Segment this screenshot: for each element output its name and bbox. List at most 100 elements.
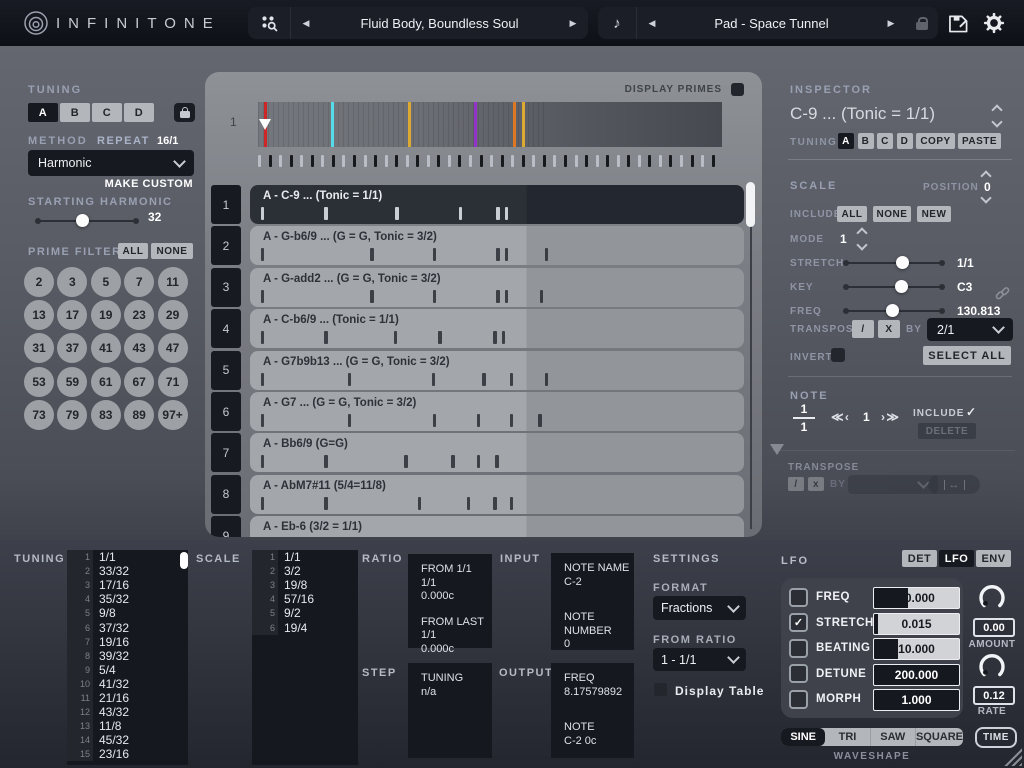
note-transpose-divide-button[interactable]: /: [788, 477, 804, 491]
scale-list-row[interactable]: 4 57/16: [252, 592, 358, 607]
scale-row[interactable]: A - Eb-6 (3/2 = 1/1): [250, 516, 744, 537]
prime-filter-17[interactable]: 17: [57, 300, 88, 331]
prime-filter-47[interactable]: 47: [157, 333, 188, 364]
paste-button[interactable]: PASTE: [958, 133, 1001, 149]
inspector-tuning-tab-b[interactable]: B: [857, 133, 874, 149]
scale-row-number[interactable]: 4: [211, 309, 241, 349]
include-new-button[interactable]: NEW: [917, 206, 951, 222]
scale-row[interactable]: A - AbM7#11 (5/4=11/8): [250, 474, 744, 514]
scale-row-number[interactable]: 2: [211, 226, 241, 266]
note-delete-button[interactable]: DELETE: [918, 423, 976, 439]
stretch-slider[interactable]: [843, 256, 945, 270]
prime-filter-61[interactable]: 61: [90, 366, 121, 397]
inspector-title-spinner[interactable]: [991, 104, 1003, 128]
scale-row-number[interactable]: 5: [211, 350, 241, 390]
tuning-list-row[interactable]: 12 43/32: [67, 705, 188, 720]
prime-filter-73[interactable]: 73: [24, 399, 54, 430]
mode-value[interactable]: 1: [840, 232, 847, 246]
scale-row[interactable]: A - G7b9b13 ... (G = G, Tonic = 3/2): [250, 350, 744, 390]
scale-ratio-list[interactable]: 1 1/1 2 3/2 3 19/8 4 57/16 5 9/2 6 19/4: [252, 550, 358, 765]
lfo-freq-value[interactable]: 20.000: [873, 587, 960, 609]
prime-filter-3[interactable]: 3: [57, 267, 88, 297]
copy-button[interactable]: COPY: [916, 133, 955, 149]
tuning-list-row[interactable]: 1 1/1: [67, 550, 188, 565]
freq-slider[interactable]: [843, 304, 945, 318]
lfo-beating-checkbox[interactable]: [789, 638, 808, 658]
note-prev-button[interactable]: ≪ ‹: [831, 410, 849, 424]
scale-list-row[interactable]: 2 3/2: [252, 564, 358, 579]
waveshape-square[interactable]: SQUARE: [916, 728, 963, 746]
resize-grip[interactable]: [1004, 748, 1022, 766]
transpose-multiply-button[interactable]: X: [878, 320, 900, 338]
prime-filter-79[interactable]: 79: [57, 399, 88, 430]
note-position-marker[interactable]: [770, 444, 784, 455]
rate-knob[interactable]: [977, 651, 1007, 681]
lfo-tab-lfo[interactable]: LFO: [939, 550, 974, 567]
sound-prev-icon[interactable]: ◀: [637, 18, 667, 29]
patch-prev-icon[interactable]: ◀: [291, 18, 321, 29]
format-dropdown[interactable]: Fractions: [653, 596, 746, 620]
slider-thumb[interactable]: [886, 304, 900, 317]
patch-preset-name[interactable]: Fluid Body, Boundless Soul: [321, 16, 558, 31]
inspector-tuning-tab-d[interactable]: D: [896, 133, 913, 149]
note-transpose-multiply-button[interactable]: x: [808, 477, 824, 491]
select-all-button[interactable]: SELECT ALL: [923, 346, 1011, 365]
tuning-list-row[interactable]: 14 45/32: [67, 733, 188, 748]
prime-filter-31[interactable]: 31: [24, 333, 54, 364]
slider-thumb[interactable]: [894, 280, 908, 293]
inspector-tuning-tab-a[interactable]: A: [838, 133, 854, 149]
position-down-icon[interactable]: [980, 192, 992, 204]
prime-filter-97plus[interactable]: 97+: [157, 399, 188, 430]
scale-list-row[interactable]: 5 9/2: [252, 606, 358, 621]
tuning-list-scrollbar[interactable]: [180, 552, 188, 569]
lfo-detune-value[interactable]: 200.000: [873, 663, 960, 686]
scale-row[interactable]: A - G-b6/9 ... (G = G, Tonic = 3/2): [250, 226, 744, 266]
scrollbar-track[interactable]: [750, 183, 752, 529]
lfo-tab-det[interactable]: DET: [902, 550, 937, 567]
tuning-list-row[interactable]: 15 23/16: [67, 747, 188, 762]
tuning-list-row[interactable]: 11 21/16: [67, 690, 188, 706]
sound-next-icon[interactable]: ▶: [876, 18, 906, 29]
scrollbar-thumb[interactable]: [746, 182, 755, 227]
scale-row[interactable]: A - G-add2 ... (G = G, Tonic = 3/2): [250, 267, 744, 307]
prime-filter-2[interactable]: 2: [24, 267, 54, 297]
freq-value[interactable]: 130.813: [957, 304, 1000, 318]
tuning-list-row[interactable]: 7 19/16: [67, 634, 188, 649]
lfo-detune-checkbox[interactable]: [789, 664, 808, 683]
prime-filter-23[interactable]: 23: [124, 300, 155, 331]
from-ratio-dropdown[interactable]: 1 - 1/1: [653, 648, 746, 671]
scale-row-number[interactable]: 8: [211, 474, 241, 514]
scale-row-number[interactable]: 1: [211, 185, 241, 224]
note-include-check-icon[interactable]: ✓: [966, 405, 976, 419]
display-table-checkbox[interactable]: [654, 683, 667, 696]
note-transpose-dropdown[interactable]: [848, 475, 938, 494]
sound-preset-name[interactable]: Pad - Space Tunnel: [667, 16, 876, 31]
tuning-ratio-list[interactable]: 1 1/1 2 33/32 3 17/16 4 35/32 5 9/8 6 37/32 7 19/16 8 3…: [67, 550, 188, 765]
preset-lock-icon[interactable]: [906, 16, 938, 30]
amount-value[interactable]: 0.00: [973, 618, 1015, 637]
prime-filter-29[interactable]: 29: [157, 300, 188, 331]
tuning-list-row[interactable]: 10 41/32: [67, 676, 188, 691]
prime-filter-13[interactable]: 13: [24, 300, 54, 331]
scale-list-row[interactable]: 1 1/1: [252, 550, 358, 565]
prime-filter-71[interactable]: 71: [157, 366, 188, 397]
scale-row-number[interactable]: 6: [211, 392, 241, 431]
tuning-list-row[interactable]: 3 17/16: [67, 578, 188, 593]
prime-filter-19[interactable]: 19: [90, 300, 121, 331]
prime-filter-89[interactable]: 89: [124, 399, 155, 430]
transpose-by-dropdown[interactable]: 2/1: [927, 318, 1013, 341]
tuning-list-row[interactable]: 8 39/32: [67, 648, 188, 663]
scale-row[interactable]: A - C-9 ... (Tonic = 1/1): [250, 185, 744, 224]
tuning-list-row[interactable]: 5 9/8: [67, 606, 188, 621]
key-value[interactable]: C3: [957, 280, 972, 294]
midi-note-icon[interactable]: ♪: [598, 7, 637, 39]
lfo-morph-value[interactable]: 1.000: [873, 689, 960, 711]
key-slider[interactable]: [843, 280, 945, 294]
stretch-value[interactable]: 1/1: [957, 256, 974, 270]
lfo-stretch-value[interactable]: 0.015: [873, 612, 960, 635]
include-none-button[interactable]: NONE: [873, 206, 911, 222]
scale-row[interactable]: A - Bb6/9 (G=G): [250, 433, 744, 473]
scale-row[interactable]: A - C-b6/9 ... (Tonic = 1/1): [250, 309, 744, 349]
prime-filter-37[interactable]: 37: [57, 333, 88, 364]
include-all-button[interactable]: ALL: [837, 206, 867, 222]
